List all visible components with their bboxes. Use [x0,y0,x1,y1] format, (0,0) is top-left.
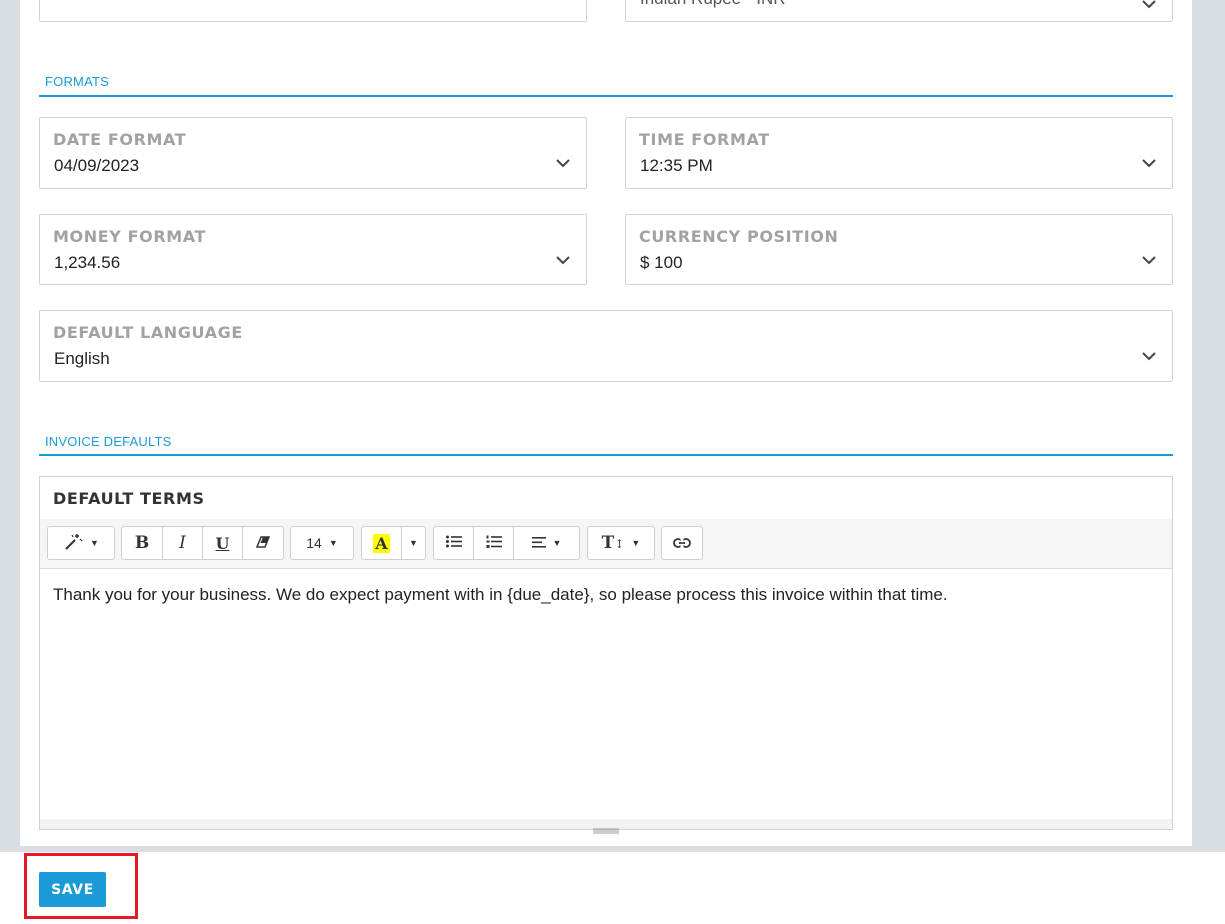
underline-glyph: U [215,533,230,553]
money-format-select[interactable]: MONEY FORMAT 1,234.56 [39,214,587,285]
page-gutter-bottom [0,846,1225,852]
ordered-list-button[interactable] [474,527,514,559]
link-group [661,526,703,560]
link-icon [673,535,691,551]
caret-down-icon: ▼ [90,538,99,548]
chevron-down-icon [555,255,571,267]
currency-position-value: $ 100 [640,253,683,272]
color-dropdown-button[interactable]: ▼ [402,527,425,559]
default-terms-label: DEFAULT TERMS [53,489,205,508]
date-format-select[interactable]: DATE FORMAT 04/09/2023 [39,117,587,189]
currency-position-label: CURRENCY POSITION [639,227,839,246]
page-gutter-right [1192,0,1225,848]
clear-format-button[interactable] [243,527,283,559]
formats-section-title: FORMATS [45,74,109,89]
chevron-down-icon [1141,0,1157,11]
line-height-group: T↕ ▼ [587,526,655,560]
text-height-glyph: T [601,533,615,553]
style-group: ▼ [47,526,115,560]
editor-toolbar: ▼ B I U 14 ▼ A ▼ ▼ T↕ ▼ [40,519,1172,569]
editor-header: DEFAULT TERMS [40,477,1172,520]
paragraph-group: ▼ [433,526,580,560]
grip-icon [593,821,619,834]
time-format-select[interactable]: TIME FORMAT 12:35 PM [625,117,1173,189]
text-color-button[interactable]: A [362,527,402,559]
save-button[interactable]: SAVE [39,872,106,907]
caret-down-icon: ▼ [409,538,418,548]
default-language-value: English [54,349,110,368]
bold-button[interactable]: B [122,527,163,559]
default-language-select[interactable]: DEFAULT LANGUAGE English [39,310,1173,382]
company-field-partial[interactable] [39,0,587,22]
chevron-down-icon [1141,255,1157,267]
font-style-group: B I U [121,526,284,560]
date-format-label: DATE FORMAT [53,130,187,149]
magic-wand-icon [63,533,83,554]
currency-select-partial[interactable]: Indian Rupee - INR [625,0,1173,22]
money-format-label: MONEY FORMAT [53,227,207,246]
caret-down-icon: ▼ [631,538,641,548]
caret-down-icon: ▼ [552,538,562,548]
font-size-value: 14 [306,535,322,551]
invoice-defaults-section-title: INVOICE DEFAULTS [45,434,172,449]
time-format-label: TIME FORMAT [639,130,770,149]
chevron-down-icon [555,158,571,170]
style-dropdown-button[interactable]: ▼ [48,527,114,559]
time-format-value: 12:35 PM [640,156,713,175]
align-dropdown-button[interactable]: ▼ [514,527,579,559]
italic-button[interactable]: I [163,527,203,559]
money-format-value: 1,234.56 [54,253,121,272]
align-left-icon [531,535,546,551]
chevron-down-icon [1141,351,1157,363]
page-gutter-left [0,0,20,848]
currency-position-select[interactable]: CURRENCY POSITION $ 100 [625,214,1173,285]
underline-button[interactable]: U [203,527,243,559]
color-group: A ▼ [361,526,426,560]
default-terms-textarea[interactable]: Thank you for your business. We do expec… [40,569,1172,819]
caret-down-icon: ▼ [328,538,338,548]
default-language-label: DEFAULT LANGUAGE [53,323,243,342]
editor-resize-handle[interactable] [40,819,1172,834]
font-size-dropdown[interactable]: 14 ▼ [291,527,353,559]
chevron-down-icon [1141,158,1157,170]
numbered-list-icon [486,535,502,552]
bullet-list-icon [445,535,462,551]
insert-link-button[interactable] [662,527,702,559]
bold-glyph: B [134,533,150,553]
eraser-icon [255,535,271,551]
default-terms-text: Thank you for your business. We do expec… [53,585,948,604]
highlight-letter-icon: A [373,533,390,553]
invoice-defaults-divider [39,454,1173,456]
date-format-value: 04/09/2023 [54,156,140,175]
default-terms-editor: DEFAULT TERMS ▼ B I U 14 ▼ A ▼ ▼ T↕ ▼ Th… [39,476,1173,834]
text-height-icon: T↕ [601,533,625,553]
font-size-group: 14 ▼ [290,526,354,560]
currency-select-value: Indian Rupee - INR [640,0,786,9]
italic-glyph: I [179,533,186,553]
line-height-dropdown[interactable]: T↕ ▼ [588,527,654,559]
unordered-list-button[interactable] [434,527,474,559]
formats-divider [39,95,1173,97]
